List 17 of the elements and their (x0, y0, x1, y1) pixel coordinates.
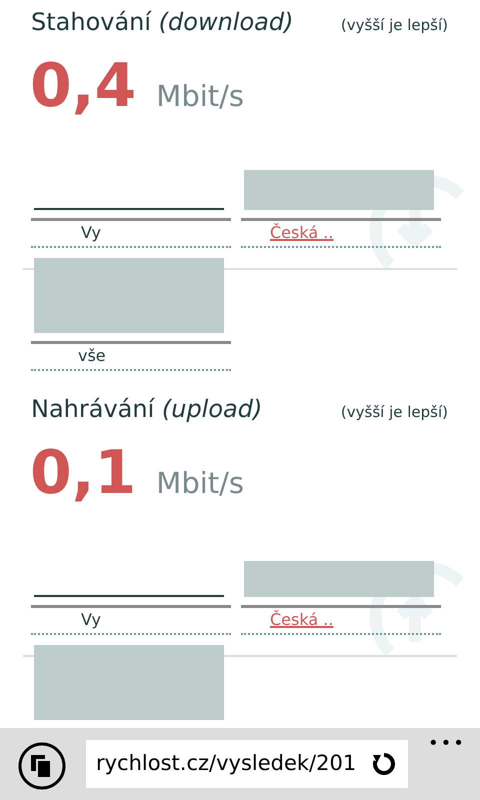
address-field[interactable]: rychlost.cz/vysledek/201 (86, 740, 408, 788)
section-title: Stahování (download) (31, 7, 294, 38)
speed-unit: Mbit/s (156, 78, 244, 115)
more-button[interactable]: ••• (428, 730, 466, 757)
country-link[interactable]: Česká .. (270, 608, 334, 632)
hint-text: (vyšší je lepší) (340, 14, 448, 36)
section-title: Nahrávání (upload) (31, 394, 262, 425)
hint-text: (vyšší je lepší) (340, 402, 448, 422)
refresh-icon[interactable] (372, 752, 396, 776)
bar-label: Vy (81, 222, 101, 244)
speed-value: 0,1 (30, 437, 136, 510)
bar-label: vše (78, 345, 106, 367)
bar-label: Vy (81, 609, 101, 631)
speed-value: 0,4 (30, 50, 136, 123)
speed-unit: Mbit/s (156, 465, 244, 502)
tabs-icon[interactable] (18, 742, 66, 790)
country-link[interactable]: Česká .. (270, 221, 334, 245)
